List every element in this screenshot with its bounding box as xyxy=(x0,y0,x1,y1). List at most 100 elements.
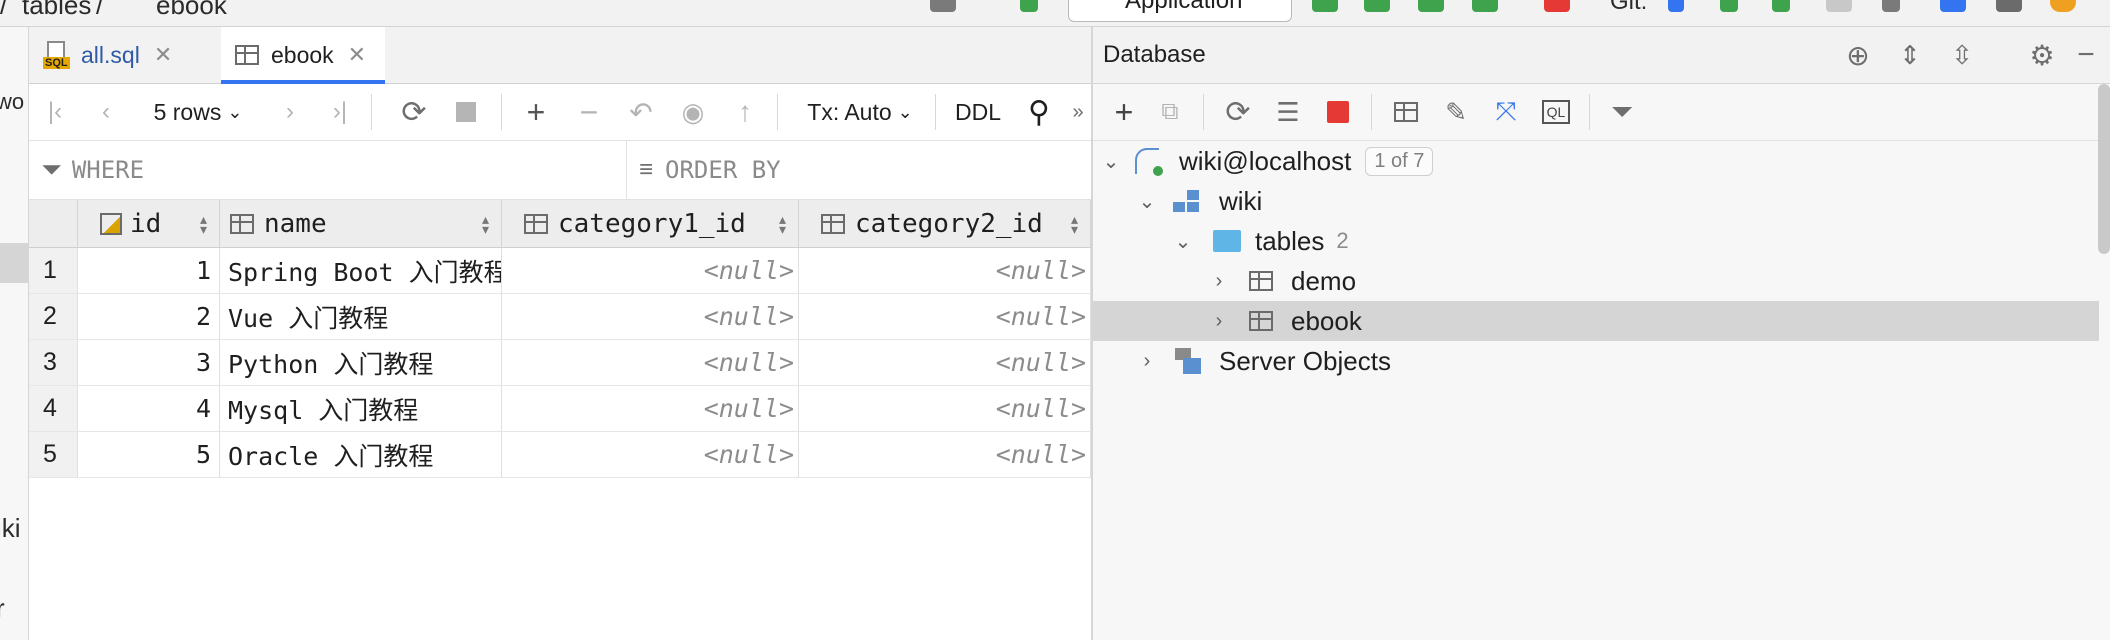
properties-icon[interactable]: ☰ xyxy=(1265,84,1311,140)
hide-panel-icon[interactable]: − xyxy=(2061,27,2110,83)
refresh-icon[interactable]: ⟳ xyxy=(389,84,439,140)
sort-icon[interactable]: ▴ ▾ xyxy=(1071,212,1078,236)
delete-row-icon[interactable]: − xyxy=(563,84,615,140)
cell-id[interactable]: 1 xyxy=(78,248,220,294)
vertical-scrollbar[interactable] xyxy=(2098,84,2110,254)
sort-icon[interactable]: ▴ ▾ xyxy=(200,212,207,236)
jump-to-console-icon[interactable]: ⤧ xyxy=(1483,84,1529,140)
notifications-icon[interactable] xyxy=(2050,0,2076,12)
column-header-category2-id[interactable]: category2_id ▴ ▾ xyxy=(799,200,1091,248)
history-icon[interactable] xyxy=(1826,0,1852,12)
tree-node-server-objects[interactable]: › Server Objects xyxy=(1093,341,2099,381)
cell-category1-id[interactable]: <null> xyxy=(502,248,799,294)
git-update-icon[interactable] xyxy=(1668,0,1684,12)
cell-category2-id[interactable]: <null> xyxy=(799,294,1091,340)
schema-count-badge[interactable]: 1 of 7 xyxy=(1365,146,1434,176)
duplicate-icon[interactable]: ⧉ xyxy=(1147,84,1193,140)
gear-icon[interactable]: ⚙ xyxy=(2017,27,2067,83)
selected-project-item[interactable] xyxy=(0,243,28,283)
query-console-icon[interactable]: QL xyxy=(1533,84,1579,140)
user-icon[interactable] xyxy=(930,0,956,12)
tree-node-connection[interactable]: ⌄ wiki@localhost 1 of 7 xyxy=(1093,141,2099,181)
cell-name[interactable]: Spring Boot 入门教程 xyxy=(220,248,502,294)
cell-name[interactable]: Python 入门教程 xyxy=(220,340,502,386)
close-icon[interactable]: ✕ xyxy=(348,42,366,68)
cell-category1-id[interactable]: <null> xyxy=(502,340,799,386)
breadcrumb-parent[interactable]: tables xyxy=(22,0,91,21)
search-everywhere-icon[interactable] xyxy=(1996,0,2022,12)
revert-icon[interactable]: ↶ xyxy=(615,84,667,140)
chevron-right-icon[interactable]: › xyxy=(1209,310,1229,333)
cell-category1-id[interactable]: <null> xyxy=(502,294,799,340)
cell-id[interactable]: 3 xyxy=(78,340,220,386)
run-with-coverage-icon[interactable] xyxy=(1418,0,1444,12)
cell-name[interactable]: Oracle 入门教程 xyxy=(220,432,502,478)
tab-ebook[interactable]: ebook ✕ xyxy=(221,27,385,84)
tab-all-sql[interactable]: SQL all.sql ✕ xyxy=(43,27,207,83)
git-push-icon[interactable] xyxy=(1772,0,1790,12)
last-page-icon[interactable]: ›| xyxy=(315,84,365,140)
close-icon[interactable]: ✕ xyxy=(154,42,172,68)
build-icon[interactable] xyxy=(1020,0,1038,12)
git-commit-icon[interactable] xyxy=(1720,0,1738,12)
cell-category2-id[interactable]: <null> xyxy=(799,432,1091,478)
stop-icon[interactable] xyxy=(1315,84,1361,140)
column-header-name[interactable]: name ▴ ▾ xyxy=(220,200,502,248)
table-row[interactable]: 5 5 Oracle 入门教程 <null> <null> xyxy=(29,432,1091,478)
stop-icon[interactable] xyxy=(1544,0,1570,12)
tree-node-tables-folder[interactable]: ⌄ tables 2 xyxy=(1093,221,2099,261)
cell-category2-id[interactable]: <null> xyxy=(799,248,1091,294)
translate-icon[interactable] xyxy=(1940,0,1966,12)
cell-name[interactable]: Mysql 入门教程 xyxy=(220,386,502,432)
cell-name[interactable]: Vue 入门教程 xyxy=(220,294,502,340)
table-row[interactable]: 4 4 Mysql 入门教程 <null> <null> xyxy=(29,386,1091,432)
collapse-all-icon[interactable]: ⇳ xyxy=(1937,27,1987,83)
chevron-down-icon[interactable]: ⌄ xyxy=(1173,229,1193,254)
expand-all-icon[interactable]: ⇕ xyxy=(1885,27,1935,83)
table-row[interactable]: 3 3 Python 入门教程 <null> <null> xyxy=(29,340,1091,386)
preview-changes-icon[interactable]: ◉ xyxy=(667,84,719,140)
cell-id[interactable]: 2 xyxy=(78,294,220,340)
column-header-id[interactable]: id ▴ ▾ xyxy=(78,200,220,248)
cell-category1-id[interactable]: <null> xyxy=(502,432,799,478)
chevron-right-icon[interactable]: › xyxy=(1137,350,1157,373)
cell-id[interactable]: 4 xyxy=(78,386,220,432)
transaction-mode-dropdown[interactable]: Tx: Auto ⌄ xyxy=(785,84,935,140)
column-header-category1-id[interactable]: category1_id ▴ ▾ xyxy=(502,200,799,248)
profile-icon[interactable] xyxy=(1472,0,1498,12)
tree-node-table-ebook[interactable]: › ebook xyxy=(1093,301,2099,341)
breadcrumb-current[interactable]: ebook xyxy=(156,0,227,21)
refresh-icon[interactable]: ⟳ xyxy=(1215,84,1261,140)
tree-node-schema[interactable]: ⌄ wiki xyxy=(1093,181,2099,221)
rerun-icon[interactable] xyxy=(1312,0,1338,12)
tree-node-table-demo[interactable]: › demo xyxy=(1093,261,2099,301)
cell-id[interactable]: 5 xyxy=(78,432,220,478)
locate-icon[interactable]: ⊕ xyxy=(1833,27,1883,83)
add-icon[interactable]: + xyxy=(1101,84,1147,140)
chevron-down-icon[interactable]: ⌄ xyxy=(1137,189,1157,214)
search-icon[interactable]: ⚲ xyxy=(1013,84,1065,140)
ddl-button[interactable]: DDL xyxy=(943,84,1013,140)
sort-icon[interactable]: ▴ ▾ xyxy=(779,212,786,236)
chevron-down-icon[interactable]: ⌄ xyxy=(1101,149,1121,174)
rows-per-page-dropdown[interactable]: 5 rows ⌄ xyxy=(133,84,263,140)
next-page-icon[interactable]: › xyxy=(265,84,315,140)
table-editor-icon[interactable] xyxy=(1383,84,1429,140)
rollback-icon[interactable] xyxy=(1882,0,1900,12)
cell-category2-id[interactable]: <null> xyxy=(799,386,1091,432)
sort-icon[interactable]: ▴ ▾ xyxy=(482,212,489,236)
previous-page-icon[interactable]: ‹ xyxy=(81,84,131,140)
table-row[interactable]: 1 1 Spring Boot 入门教程 <null> <null> xyxy=(29,248,1091,294)
cell-category1-id[interactable]: <null> xyxy=(502,386,799,432)
first-page-icon[interactable]: |‹ xyxy=(29,84,81,140)
chevron-right-icon[interactable]: › xyxy=(1209,270,1229,293)
run-configuration-selector[interactable]: Application xyxy=(1068,0,1292,22)
submit-icon[interactable]: ↑ xyxy=(719,84,771,140)
order-by-input[interactable]: ≡ ORDER BY xyxy=(627,141,1091,199)
where-filter-input[interactable]: ⏷ WHERE xyxy=(29,141,627,199)
edit-icon[interactable]: ✎ xyxy=(1433,84,1479,140)
table-row[interactable]: 2 2 Vue 入门教程 <null> <null> xyxy=(29,294,1091,340)
cell-category2-id[interactable]: <null> xyxy=(799,340,1091,386)
filter-icon[interactable]: ⏷ xyxy=(1599,84,1645,140)
more-actions-icon[interactable]: » xyxy=(1065,84,1091,140)
